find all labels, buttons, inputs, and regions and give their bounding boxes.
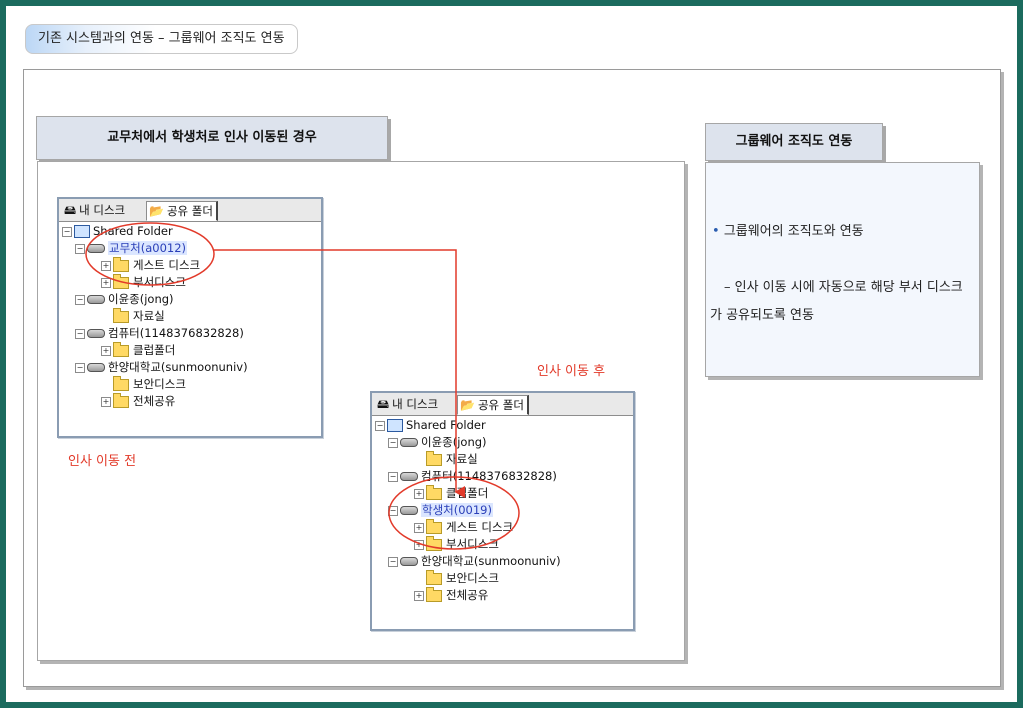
right-section-panel: • 그룹웨어의 조직도와 연동 – 인사 이동 시에 자동으로 해당 부서 디스… — [705, 162, 980, 377]
folder-icon — [426, 535, 442, 551]
collapse-toggle-icon[interactable]: − — [388, 437, 398, 448]
drive-icon — [87, 244, 105, 253]
expand-toggle-icon[interactable]: + — [414, 522, 424, 533]
drive-icon — [400, 506, 418, 515]
tree-node[interactable]: + 게스트 디스크 — [414, 518, 513, 536]
shared-folder-window-after: 🖴 내 디스크 📂 공유 폴더 − Shared Folder − 이윤종(jong) … — [370, 391, 635, 631]
tab-my-disk[interactable]: 🖴 내 디스크 — [375, 395, 441, 415]
tree-node[interactable]: − 이윤종(jong) — [75, 291, 174, 308]
folder-icon — [113, 273, 129, 289]
tree-node[interactable]: + 부서디스크 — [101, 273, 186, 291]
shared-folder-icon: 📂 — [149, 204, 164, 218]
tree-node[interactable]: + 클럽폴더 — [414, 484, 488, 502]
expand-toggle-icon[interactable]: + — [414, 590, 424, 601]
computer-icon — [387, 419, 403, 432]
disk-user-icon: 🖴 — [377, 397, 390, 411]
expand-toggle-icon[interactable]: + — [101, 260, 111, 271]
left-section-header: 교무처에서 학생처로 인사 이동된 경우 — [36, 116, 388, 160]
tree-node[interactable]: + 전체공유 — [414, 586, 488, 604]
before-move-label: 인사 이동 전 — [68, 454, 137, 469]
tab-bar: 🖴 내 디스크 📂 공유 폴더 — [372, 393, 633, 416]
folder-icon — [113, 392, 129, 408]
tree-node[interactable]: − 학생처(0019) — [388, 502, 493, 519]
tab-label: 공유 폴더 — [166, 204, 213, 218]
folder-icon — [426, 569, 442, 585]
drive-icon — [87, 363, 105, 372]
collapse-toggle-icon[interactable]: − — [75, 243, 85, 254]
shared-folder-window-before: 🖴 내 디스크 📂 공유 폴더 − Shared Folder − 교무처(a0012)… — [57, 197, 323, 438]
expand-toggle-icon[interactable]: + — [101, 277, 111, 288]
tree-node[interactable]: + 부서디스크 — [414, 535, 499, 553]
drive-icon — [87, 329, 105, 338]
drive-icon — [400, 472, 418, 481]
collapse-toggle-icon[interactable]: − — [388, 471, 398, 482]
collapse-toggle-icon[interactable]: − — [388, 556, 398, 567]
tab-label: 내 디스크 — [79, 203, 126, 217]
after-move-label: 인사 이동 후 — [537, 364, 606, 379]
tree-node[interactable]: − 이윤종(jong) — [388, 434, 487, 451]
disk-user-icon: 🖴 — [64, 203, 77, 217]
tree-node[interactable]: − 한양대학교(sunmoonuniv) — [388, 553, 561, 570]
tree-node[interactable]: − 교무처(a0012) — [75, 240, 188, 257]
computer-icon — [74, 225, 90, 238]
folder-icon — [113, 256, 129, 272]
tree-node[interactable]: 자료실 — [414, 450, 478, 468]
slide-title: 기존 시스템과의 연동 – 그룹웨어 조직도 연동 — [25, 24, 298, 54]
drive-icon — [87, 295, 105, 304]
expand-toggle-icon[interactable]: + — [101, 345, 111, 356]
folder-icon — [113, 307, 129, 323]
sub-item-text: – 인사 이동 시에 자동으로 해당 부서 디스크가 공유되도록 연동 — [710, 280, 963, 323]
shared-folder-icon: 📂 — [460, 398, 475, 412]
tab-shared-folder[interactable]: 📂 공유 폴더 — [457, 395, 529, 415]
tab-my-disk[interactable]: 🖴 내 디스크 — [62, 201, 128, 221]
bullet-item: • 그룹웨어의 조직도와 연동 — [712, 220, 864, 239]
collapse-toggle-icon[interactable]: − — [75, 294, 85, 305]
folder-icon — [426, 450, 442, 466]
folder-icon — [113, 375, 129, 391]
expand-toggle-icon[interactable]: + — [414, 539, 424, 550]
folder-icon — [426, 484, 442, 500]
collapse-toggle-icon[interactable]: − — [75, 362, 85, 373]
collapse-toggle-icon[interactable]: − — [75, 328, 85, 339]
collapse-toggle-icon[interactable]: − — [375, 420, 385, 431]
tree-node[interactable]: 자료실 — [101, 307, 165, 325]
tree-node[interactable]: + 클럽폴더 — [101, 341, 175, 359]
tab-shared-folder[interactable]: 📂 공유 폴더 — [146, 201, 218, 221]
drive-icon — [400, 438, 418, 447]
bullet-text: 그룹웨어의 조직도와 연동 — [723, 224, 864, 239]
drive-icon — [400, 557, 418, 566]
tree-node[interactable]: + 게스트 디스크 — [101, 256, 200, 274]
tree-node[interactable]: − 컴퓨터(1148376832828) — [388, 468, 557, 485]
tree-node[interactable]: 보안디스크 — [101, 375, 186, 393]
tree-node[interactable]: + 전체공유 — [101, 392, 175, 410]
expand-toggle-icon[interactable]: + — [414, 488, 424, 499]
tree-node[interactable]: − 한양대학교(sunmoonuniv) — [75, 359, 248, 376]
tab-label: 내 디스크 — [392, 397, 439, 411]
tree-node[interactable]: − 컴퓨터(1148376832828) — [75, 325, 244, 342]
tab-label: 공유 폴더 — [477, 398, 524, 412]
bullet-marker: • — [712, 224, 720, 239]
right-section-header: 그룹웨어 조직도 연동 — [705, 123, 883, 161]
collapse-toggle-icon[interactable]: − — [388, 505, 398, 516]
collapse-toggle-icon[interactable]: − — [62, 226, 72, 237]
folder-icon — [426, 586, 442, 602]
expand-toggle-icon[interactable]: + — [101, 396, 111, 407]
tree-root[interactable]: − Shared Folder — [375, 417, 486, 434]
tree-root[interactable]: − Shared Folder — [62, 223, 173, 240]
tree-node[interactable]: 보안디스크 — [414, 569, 499, 587]
folder-icon — [426, 518, 442, 534]
tab-bar: 🖴 내 디스크 📂 공유 폴더 — [59, 199, 321, 222]
folder-icon — [113, 341, 129, 357]
